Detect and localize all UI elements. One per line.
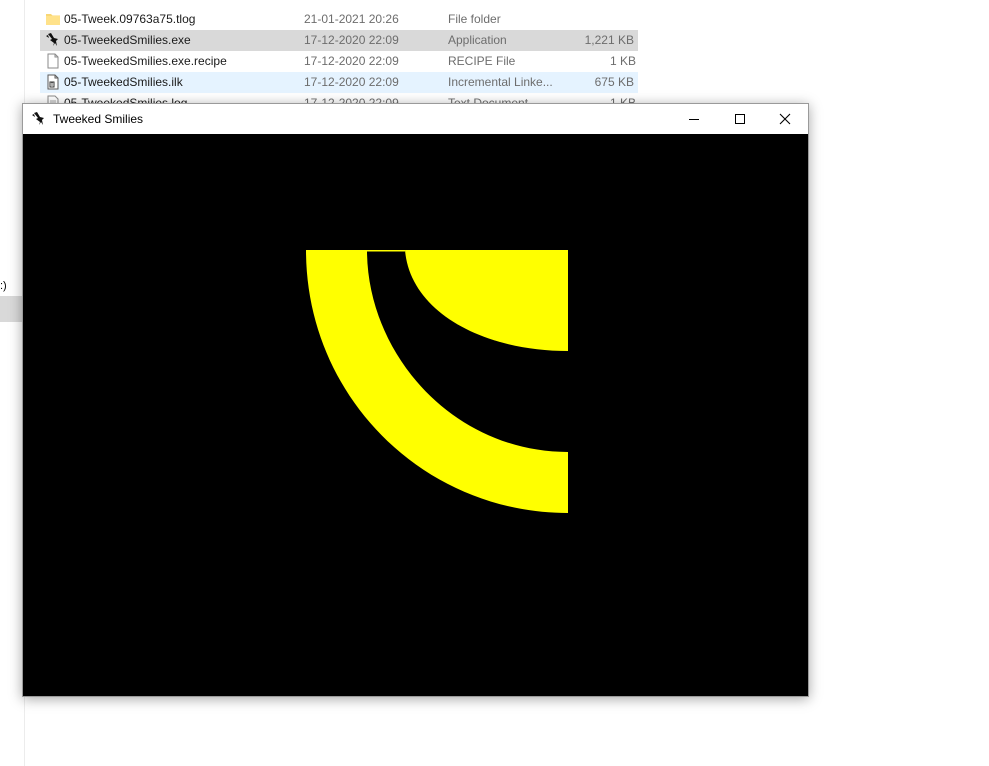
file-size: 1 KB xyxy=(609,54,636,68)
smiley-top-sliver xyxy=(367,250,405,252)
minimize-icon xyxy=(689,119,699,120)
file-size: 675 KB xyxy=(594,75,634,89)
nav-pane-selected-item[interactable] xyxy=(0,296,24,322)
folder-icon xyxy=(46,14,60,25)
file-type: RECIPE File xyxy=(448,54,516,68)
minimize-button[interactable] xyxy=(671,104,717,134)
file-type: Incremental Linke... xyxy=(448,75,553,89)
file-icon xyxy=(47,53,59,69)
smiley-drawing xyxy=(306,250,568,513)
file-type: File folder xyxy=(448,12,501,26)
ilk-file-icon xyxy=(47,74,59,90)
file-name: 05-TweekedSmilies.exe.recipe xyxy=(64,54,227,68)
file-row[interactable]: 05-TweekedSmilies.exe 17-12-2020 22:09 A… xyxy=(40,30,638,51)
file-date: 17-12-2020 22:09 xyxy=(304,75,399,89)
file-name: 05-Tweek.09763a75.tlog xyxy=(64,12,196,26)
file-name: 05-TweekedSmilies.exe xyxy=(64,33,191,47)
file-type: Application xyxy=(448,33,507,47)
raven-app-icon xyxy=(32,112,44,125)
close-button[interactable] xyxy=(762,104,808,134)
maximize-button[interactable] xyxy=(717,104,763,134)
window-titlebar[interactable]: Tweeked Smilies xyxy=(23,104,808,134)
file-name: 05-TweekedSmilies.ilk xyxy=(64,75,183,89)
file-row[interactable]: 05-TweekedSmilies.exe.recipe 17-12-2020 … xyxy=(40,51,640,72)
smiley-inner-wedge xyxy=(405,250,568,351)
file-date: 17-12-2020 22:09 xyxy=(304,33,399,47)
desktop: :) 05-Tweek.09763a75.tlog 21-01-2021 20:… xyxy=(0,0,989,766)
nav-pane-text-fragment: :) xyxy=(0,280,7,292)
maximize-icon xyxy=(735,114,745,124)
file-date: 17-12-2020 22:09 xyxy=(304,54,399,68)
app-exe-icon xyxy=(46,33,58,46)
file-size: 1,221 KB xyxy=(584,33,634,47)
file-row[interactable]: 05-TweekedSmilies.ilk 17-12-2020 22:09 I… xyxy=(40,72,638,93)
close-icon xyxy=(779,113,791,125)
render-canvas[interactable] xyxy=(23,134,808,696)
app-window[interactable]: Tweeked Smilies xyxy=(22,103,809,697)
file-list: 05-Tweek.09763a75.tlog 21-01-2021 20:26 … xyxy=(40,0,640,114)
file-row[interactable]: 05-Tweek.09763a75.tlog 21-01-2021 20:26 … xyxy=(40,9,640,30)
file-date: 21-01-2021 20:26 xyxy=(304,12,399,26)
window-title: Tweeked Smilies xyxy=(53,112,144,126)
